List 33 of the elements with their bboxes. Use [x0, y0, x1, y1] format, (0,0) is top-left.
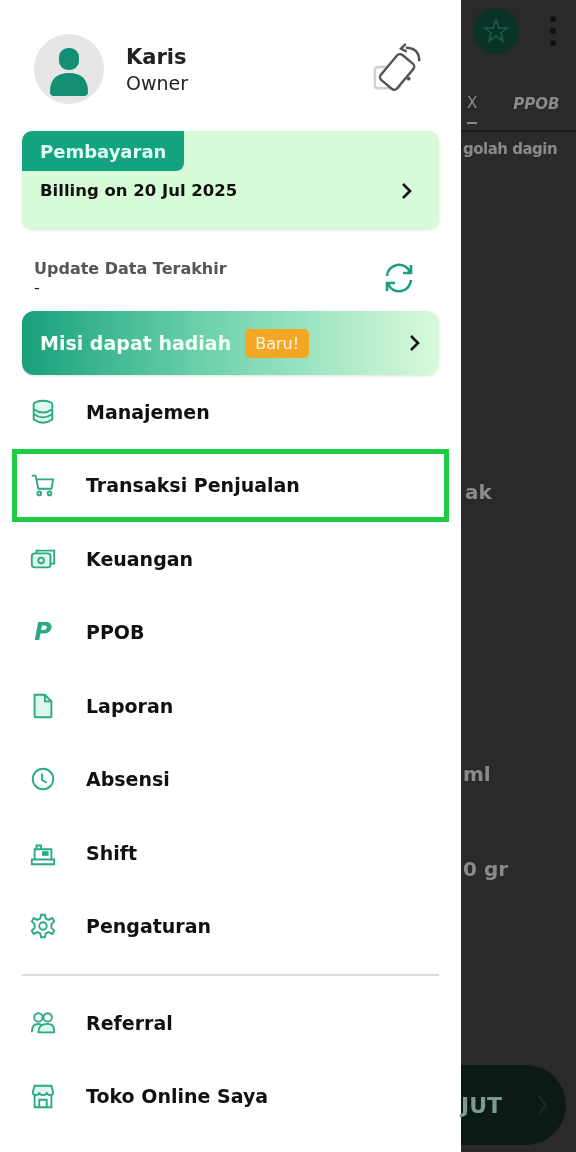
menu-item[interactable]: Absensi — [12, 742, 449, 816]
avatar-icon — [34, 34, 104, 104]
product-text: 0 gr — [463, 857, 509, 881]
menu-item[interactable]: Pengaturan — [12, 889, 449, 963]
tab-label: X — [467, 84, 478, 124]
menu-item[interactable]: Toko Online Saya — [12, 1059, 449, 1133]
user-name: Karis — [126, 44, 188, 69]
mission-text: Misi dapat hadiah — [40, 332, 232, 354]
more-icon — [549, 15, 557, 47]
p-letter-icon: P — [29, 618, 57, 647]
star-button-icon — [473, 8, 519, 54]
update-label: Update Data Terakhir — [34, 259, 227, 278]
user-role: Owner — [126, 71, 190, 94]
settings-icon — [29, 912, 57, 941]
menu-item[interactable]: Laporan — [12, 669, 449, 743]
menu-item[interactable]: Shift — [12, 816, 449, 890]
tab-label: PPOB — [513, 94, 560, 115]
new-badge: Baru! — [245, 328, 310, 358]
payment-tag: Pembayaran — [22, 131, 185, 171]
product-text: ml — [463, 762, 491, 786]
product-text: golah dagin — [463, 140, 558, 158]
billing-date: Billing on 20 Jul 2025 — [40, 181, 238, 200]
product-text: ak — [465, 480, 492, 504]
menu-item[interactable]: Manajemen — [12, 375, 449, 449]
menu-item[interactable]: Keuangan — [12, 522, 449, 596]
menu-item[interactable]: Transaksi Penjualan — [12, 448, 449, 522]
store-icon — [29, 1082, 57, 1111]
chevron-right-icon — [401, 181, 413, 200]
billing-card[interactable]: Pembayaran Billing on 20 Jul 2025 — [22, 131, 439, 229]
chevron-right-icon — [409, 334, 421, 352]
update-value: - — [34, 278, 41, 297]
menu-item[interactable]: P PPOB — [12, 595, 449, 669]
menu-item[interactable]: Referral — [12, 986, 449, 1060]
